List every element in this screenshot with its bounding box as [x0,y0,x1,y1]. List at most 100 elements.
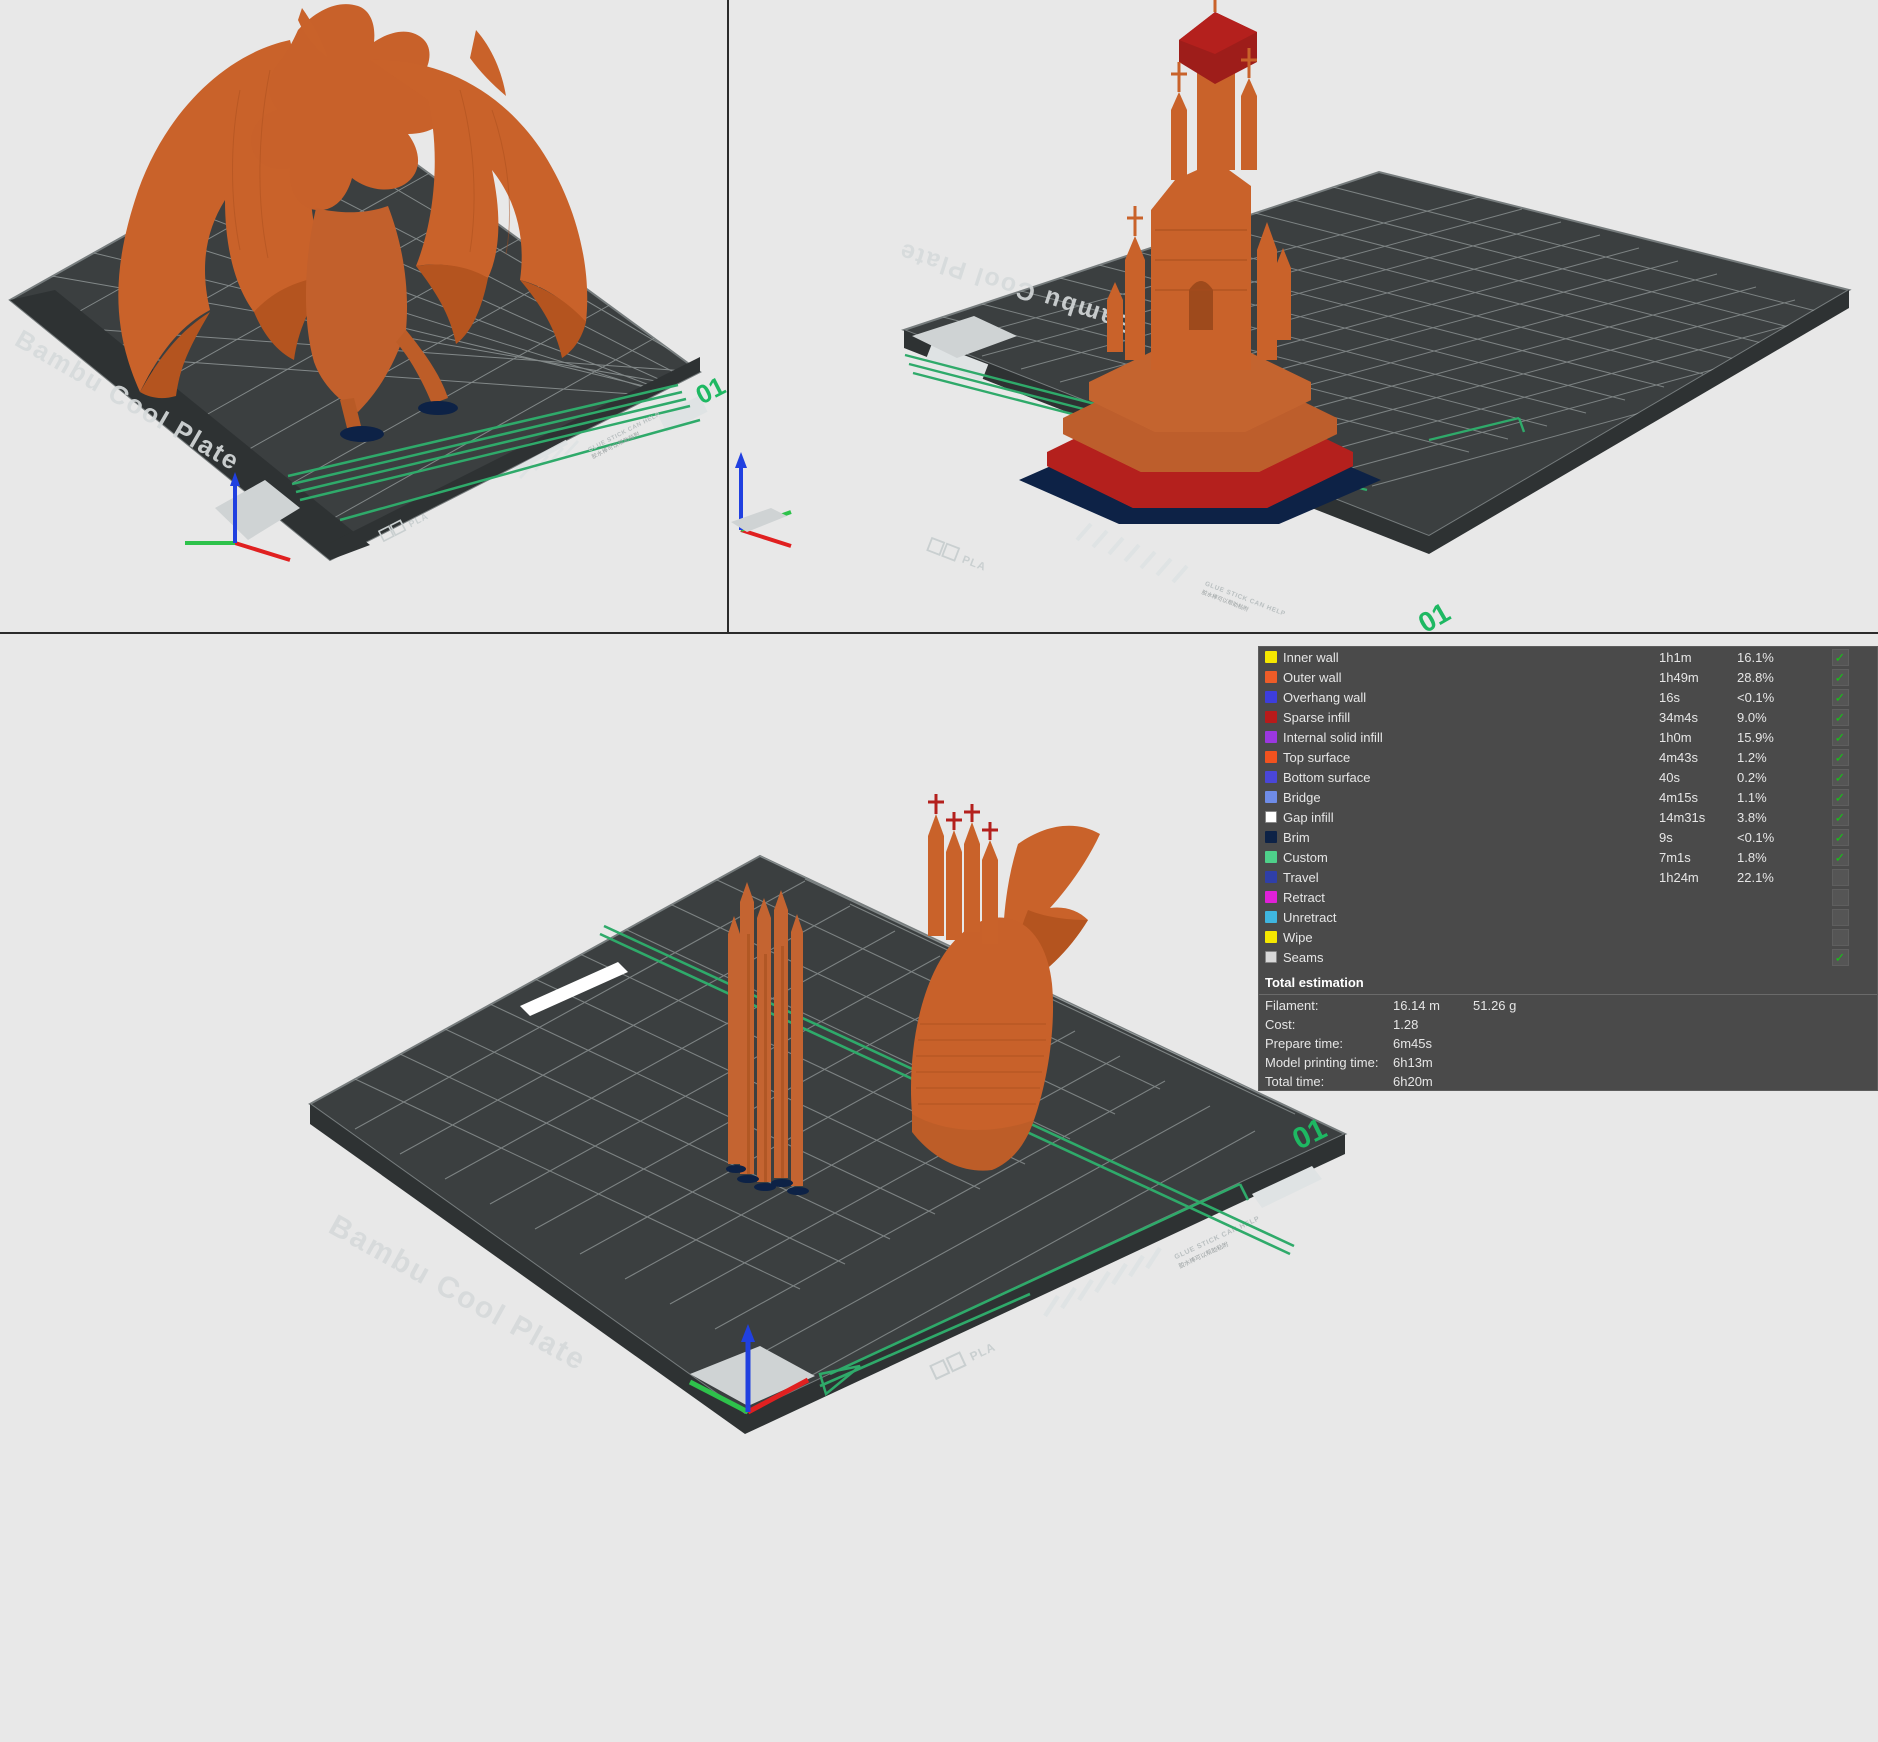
legend-row-display-cell[interactable]: ✓ [1809,769,1871,786]
viewport-top-left[interactable]: PLA GLUE STICK CAN HELP 胶水棒可以帮助粘附 Bambu … [0,0,727,632]
legend-row-label: Bridge [1283,788,1659,807]
legend-row-time: 14m31s [1659,808,1737,827]
plate-number-label-tr: 01 [1413,596,1455,632]
legend-color-swatch-icon [1265,811,1277,823]
checkmark-icon[interactable]: ✓ [1832,849,1849,866]
legend-row[interactable]: Retract [1259,887,1877,907]
legend-row[interactable]: Overhang wall16s<0.1%✓ [1259,687,1877,707]
checkmark-icon[interactable]: ✓ [1832,769,1849,786]
legend-row-display-cell[interactable]: ✓ [1809,669,1871,686]
checkmark-icon[interactable]: ✓ [1832,949,1849,966]
slicer-preview-window: PLA GLUE STICK CAN HELP 胶水棒可以帮助粘附 Bambu … [0,0,1878,1742]
legend-row-label: Travel [1283,868,1659,887]
legend-row-time: 7m1s [1659,848,1737,867]
legend-row-percent: 15.9% [1737,728,1809,747]
legend-row-display-cell[interactable] [1809,869,1871,886]
legend-row[interactable]: Brim9s<0.1%✓ [1259,827,1877,847]
legend-row[interactable]: Seams✓ [1259,947,1877,967]
total-row-label: Total time: [1265,1072,1393,1089]
legend-row[interactable]: Custom7m1s1.8%✓ [1259,847,1877,867]
legend-row-label: Gap infill [1283,808,1659,827]
checkmark-icon[interactable]: ✓ [1832,729,1849,746]
legend-row-percent: 9.0% [1737,708,1809,727]
checkmark-icon[interactable]: ✓ [1832,709,1849,726]
legend-row-time: 34m4s [1659,708,1737,727]
legend-row-display-cell[interactable] [1809,929,1871,946]
legend-color-swatch-icon [1265,851,1277,863]
checkbox-unchecked-icon[interactable] [1832,889,1849,906]
total-row-label: Filament: [1265,996,1393,1013]
legend-color-swatch-icon [1265,771,1277,783]
axis-gizmo-top-right [731,452,791,546]
total-row-value: 1.28 [1393,1015,1473,1032]
legend-row-percent: 28.8% [1737,668,1809,687]
legend-color-swatch-icon [1265,731,1277,743]
checkbox-unchecked-icon[interactable] [1832,869,1849,886]
total-row-label: Cost: [1265,1015,1393,1032]
svg-text:PLA: PLA [960,554,988,574]
checkbox-unchecked-icon[interactable] [1832,929,1849,946]
legend-color-swatch-icon [1265,911,1277,923]
model-dragon-wings[interactable] [40,0,660,470]
checkmark-icon[interactable]: ✓ [1832,829,1849,846]
legend-row[interactable]: Inner wall1h1m16.1%✓ [1259,647,1877,667]
legend-row[interactable]: Top surface4m43s1.2%✓ [1259,747,1877,767]
legend-row-time: 4m43s [1659,748,1737,767]
total-row-label: Prepare time: [1265,1034,1393,1051]
total-estimation-row: Total time:6h20m [1259,1071,1877,1090]
legend-row-label: Wipe [1283,928,1659,947]
viewport-divider-vertical [727,0,729,632]
legend-row[interactable]: Bottom surface40s0.2%✓ [1259,767,1877,787]
legend-row-display-cell[interactable]: ✓ [1809,649,1871,666]
checkmark-icon[interactable]: ✓ [1832,669,1849,686]
legend-row-display-cell[interactable]: ✓ [1809,849,1871,866]
legend-row[interactable]: Sparse infill34m4s9.0% ✓ [1259,707,1877,727]
legend-row[interactable]: Unretract [1259,907,1877,927]
legend-row[interactable]: Bridge4m15s1.1%✓ [1259,787,1877,807]
legend-row-label: Internal solid infill [1283,728,1659,747]
legend-row-display-cell[interactable]: ✓ [1809,729,1871,746]
legend-color-swatch-icon [1265,651,1277,663]
checkmark-icon[interactable]: ✓ [1832,649,1849,666]
legend-rows-main[interactable]: Inner wall1h1m16.1%✓Outer wall1h49m28.8%… [1259,647,1877,967]
svg-text:PLA: PLA [968,1340,998,1364]
legend-row-display-cell[interactable]: ✓ [1809,709,1871,726]
legend-row-display-cell[interactable]: ✓ [1809,809,1871,826]
legend-row[interactable]: Gap infill14m31s3.8%✓ [1259,807,1877,827]
total-row-value: 16.14 m [1393,996,1473,1013]
legend-row-label: Sparse infill [1283,708,1659,727]
legend-row-time: 1h49m [1659,668,1737,687]
legend-color-swatch-icon [1265,691,1277,703]
legend-row-label: Inner wall [1283,648,1659,667]
legend-row-percent: 1.2% [1737,748,1809,767]
legend-row-display-cell[interactable]: ✓ [1809,789,1871,806]
legend-row[interactable]: Travel1h24m22.1% [1259,867,1877,887]
checkmark-icon[interactable]: ✓ [1832,809,1849,826]
legend-row[interactable]: Internal solid infill1h0m15.9% ✓ [1259,727,1877,747]
legend-color-swatch-icon [1265,831,1277,843]
legend-color-swatch-icon [1265,871,1277,883]
viewport-top-right[interactable]: PLA GLUE STICK CAN HELP 胶水棒可以帮助粘附 Bambu … [729,0,1878,632]
total-estimation-row: Cost:1.28 [1259,1014,1877,1033]
legend-row[interactable]: Wipe [1259,927,1877,947]
legend-row-display-cell[interactable] [1809,909,1871,926]
checkmark-icon[interactable]: ✓ [1832,749,1849,766]
total-estimation-rows: Filament:16.14 m51.26 gCost:1.28Prepare … [1259,995,1877,1090]
checkmark-icon[interactable]: ✓ [1832,689,1849,706]
legend-row-label: Overhang wall [1283,688,1659,707]
checkmark-icon[interactable]: ✓ [1832,789,1849,806]
legend-row-display-cell[interactable]: ✓ [1809,949,1871,966]
total-row-value: 6h20m [1393,1072,1473,1089]
legend-row-display-cell[interactable]: ✓ [1809,749,1871,766]
legend-row-time: 1h0m [1659,728,1737,747]
legend-color-swatch-icon [1265,751,1277,763]
checkbox-unchecked-icon[interactable] [1832,909,1849,926]
legend-row[interactable]: Outer wall1h49m28.8%✓ [1259,667,1877,687]
legend-color-swatch-icon [1265,671,1277,683]
legend-row-display-cell[interactable]: ✓ [1809,829,1871,846]
legend-row-time: 9s [1659,828,1737,847]
legend-row-display-cell[interactable] [1809,889,1871,906]
legend-panel-main[interactable]: Line Type Time Percent Display Inner wal… [1258,646,1878,1091]
legend-row-time: 16s [1659,688,1737,707]
legend-row-display-cell[interactable]: ✓ [1809,689,1871,706]
